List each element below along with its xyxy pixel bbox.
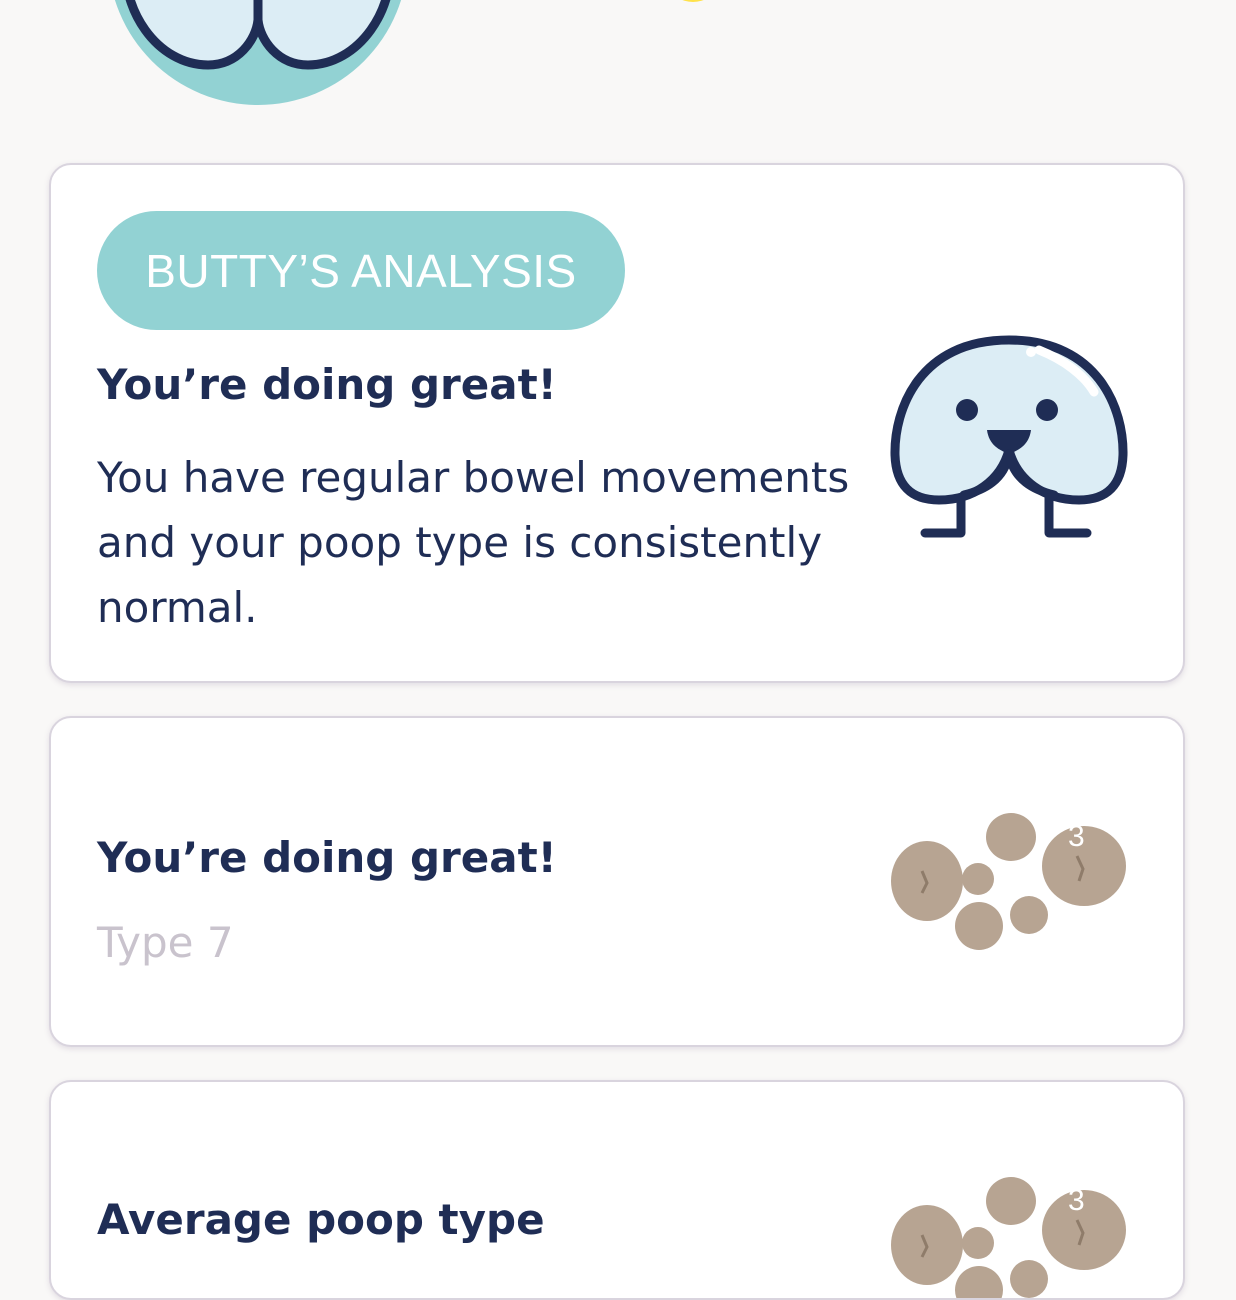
yellow-indicator-icon <box>682 0 704 2</box>
analysis-body: You have regular bowel movements and you… <box>97 453 850 632</box>
butty-mascot-icon <box>114 0 402 105</box>
butty-mascot-icon <box>890 335 1128 538</box>
analysis-card: BUTTY’S ANALYSIS You’re doing great! You… <box>49 163 1185 683</box>
analysis-badge: BUTTY’S ANALYSIS <box>97 211 625 330</box>
average-type-card[interactable]: Average poop type 3 <box>49 1080 1185 1300</box>
top-header <box>0 0 1236 150</box>
poop-type-label: Type 7 <box>97 918 234 967</box>
stool-type-number: 3 <box>1068 1184 1085 1217</box>
status-title: You’re doing great! <box>97 833 557 882</box>
status-card[interactable]: You’re doing great! Type 7 3 <box>49 716 1185 1047</box>
stool-type-number: 3 <box>1068 820 1085 853</box>
average-title: Average poop type <box>97 1195 545 1244</box>
stool-type-icon <box>891 813 1126 950</box>
analysis-title: You’re doing great! <box>97 360 557 409</box>
